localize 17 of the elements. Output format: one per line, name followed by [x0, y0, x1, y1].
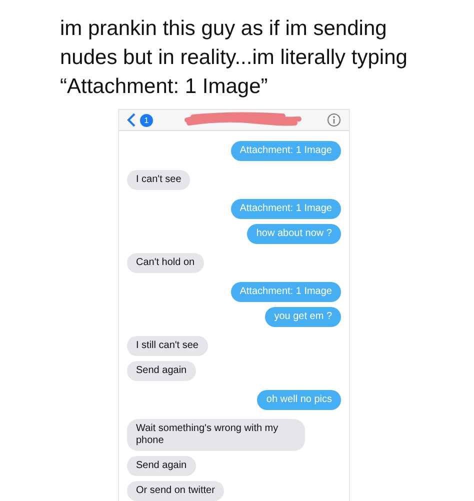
received-message: Wait something's wrong with my phone: [127, 419, 305, 451]
info-icon[interactable]: [327, 113, 341, 127]
sent-message: Attachment: 1 Image: [230, 141, 341, 161]
caption-text: im prankin this guy as if im sending nudes but in reality...im literally typing “Attachment: 1 Image”: [60, 16, 408, 100]
sent-message: oh well no pics: [257, 390, 341, 410]
sent-message: Attachment: 1 Image: [230, 199, 341, 219]
received-message: Or send on twitter: [127, 481, 224, 501]
received-message: Send again: [127, 456, 196, 476]
received-message: Can't hold on: [127, 253, 204, 273]
back-icon[interactable]: [127, 113, 136, 127]
received-message: I still can't see: [127, 336, 208, 356]
sent-message: Attachment: 1 Image: [230, 282, 341, 302]
received-message: I can't see: [127, 170, 190, 190]
sent-message: you get em ?: [265, 307, 341, 327]
received-message: Send again: [127, 361, 196, 381]
sent-message: how about now ?: [247, 224, 341, 244]
unread-badge: 1: [140, 114, 153, 126]
